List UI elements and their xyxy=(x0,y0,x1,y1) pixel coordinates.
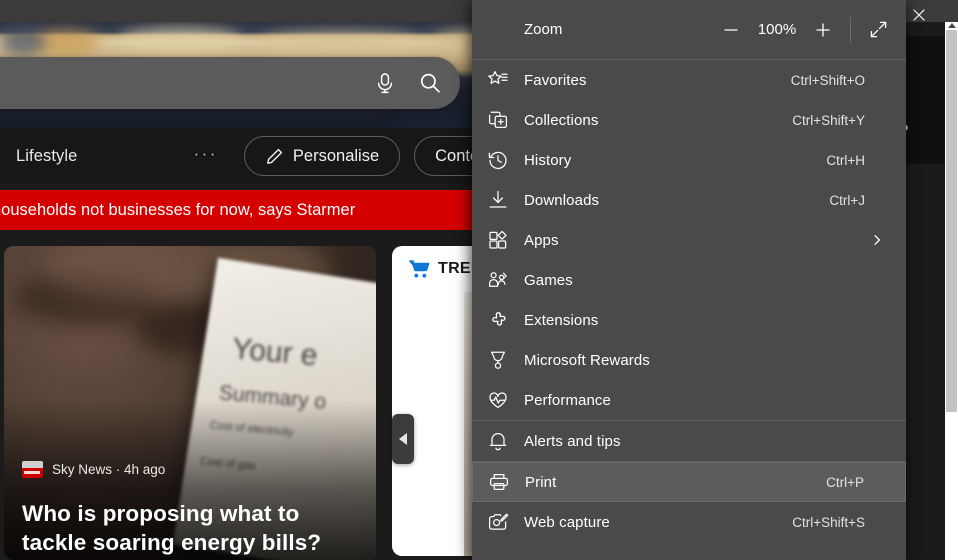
zoom-row: Zoom 100% xyxy=(472,0,906,59)
menu-item-label: Apps xyxy=(524,231,559,249)
rewards-medal-icon xyxy=(472,349,524,371)
menu-item-alerts-and-tips[interactable]: Alerts and tips xyxy=(472,421,906,461)
menu-item-favorites[interactable]: Favorites Ctrl+Shift+O xyxy=(472,60,906,100)
menu-item-games[interactable]: Games xyxy=(472,260,906,300)
plus-icon xyxy=(816,22,830,37)
menu-item-label: Performance xyxy=(524,391,611,409)
menu-item-label: Alerts and tips xyxy=(524,432,621,450)
menu-item-apps[interactable]: Apps xyxy=(472,220,906,260)
apps-icon xyxy=(472,229,524,251)
breaking-news-text: households not businesses for now, says … xyxy=(0,200,356,219)
breaking-news-banner[interactable]: households not businesses for now, says … xyxy=(0,190,472,230)
search-icon[interactable] xyxy=(418,71,442,95)
shopping-cart-icon xyxy=(408,259,430,279)
news-card[interactable]: Your e Summary o Cost of electricity Cos… xyxy=(4,246,376,560)
edge-settings-and-more-menu: Zoom 100% Favorites Ctrl+Shift+O Collect… xyxy=(472,0,906,560)
menu-item-label: Microsoft Rewards xyxy=(524,351,650,369)
zoom-controls: 100% xyxy=(711,0,898,59)
collections-icon xyxy=(472,109,524,131)
bell-icon xyxy=(472,430,524,452)
menu-item-performance[interactable]: Performance xyxy=(472,380,906,420)
menu-item-history[interactable]: History Ctrl+H xyxy=(472,140,906,180)
menu-item-collections[interactable]: Collections Ctrl+Shift+Y xyxy=(472,100,906,140)
menu-item-shortcut: Ctrl+J xyxy=(829,192,865,208)
chevron-left-icon xyxy=(399,433,407,445)
menu-item-downloads[interactable]: Downloads Ctrl+J xyxy=(472,180,906,220)
menu-item-label: History xyxy=(524,151,572,169)
fullscreen-button[interactable] xyxy=(858,10,898,50)
zoom-label: Zoom xyxy=(524,21,563,38)
pencil-icon xyxy=(265,147,284,166)
news-card-source: Sky News · 4h ago xyxy=(22,461,165,478)
history-icon xyxy=(472,149,524,171)
personalise-label: Personalise xyxy=(292,146,380,165)
menu-item-print[interactable]: Print Ctrl+P xyxy=(472,462,906,502)
menu-item-web-capture[interactable]: Web capture Ctrl+Shift+S xyxy=(472,502,906,542)
newtab-search-bar[interactable] xyxy=(0,57,460,109)
chevron-right-icon xyxy=(870,233,884,247)
menu-item-shortcut: Ctrl+Shift+S xyxy=(792,514,865,530)
feed-category-label[interactable]: Lifestyle xyxy=(16,147,77,166)
menu-item-label: Collections xyxy=(524,111,599,129)
fullscreen-arrows-icon xyxy=(870,21,886,38)
sky-news-logo-icon xyxy=(22,461,43,478)
zoom-percent-value: 100% xyxy=(757,21,797,38)
minus-icon xyxy=(724,28,738,31)
screen-root: Lifestyle ··· Personalise Content househ… xyxy=(0,0,958,560)
menu-item-microsoft-rewards[interactable]: Microsoft Rewards xyxy=(472,340,906,380)
menu-item-label: Extensions xyxy=(524,311,599,329)
personalise-button[interactable]: Personalise xyxy=(243,136,401,176)
web-capture-icon xyxy=(472,511,524,533)
menu-item-label: Downloads xyxy=(524,191,600,209)
performance-pulse-icon xyxy=(472,389,524,411)
news-card-headline[interactable]: Who is proposing what to tackle soaring … xyxy=(22,499,362,558)
zoom-in-button[interactable] xyxy=(803,10,843,50)
microphone-icon[interactable] xyxy=(374,71,396,95)
printer-icon xyxy=(473,471,525,493)
paper-text-1: Your e xyxy=(230,332,319,373)
menu-item-shortcut: Ctrl+Shift+Y xyxy=(792,112,865,128)
menu-item-label: Favorites xyxy=(524,71,587,89)
menu-item-label: Games xyxy=(524,271,573,289)
menu-item-shortcut: Ctrl+P xyxy=(826,474,864,490)
feed-more-options-icon[interactable]: ··· xyxy=(193,145,217,168)
menu-item-list: Favorites Ctrl+Shift+O Collections Ctrl+Shi… xyxy=(472,60,906,542)
zoom-out-button[interactable] xyxy=(711,10,751,50)
menu-item-label: Web capture xyxy=(524,513,610,531)
extensions-puzzle-icon xyxy=(472,309,524,331)
menu-item-extensions[interactable]: Extensions xyxy=(472,300,906,340)
menu-item-label: Print xyxy=(525,473,557,491)
news-card-source-label: Sky News · 4h ago xyxy=(52,462,166,477)
menu-item-shortcut: Ctrl+H xyxy=(826,152,865,168)
scroll-up-arrow-icon[interactable] xyxy=(948,23,956,28)
download-icon xyxy=(472,189,524,211)
feed-scroll-left-button[interactable] xyxy=(392,414,414,464)
games-icon xyxy=(472,269,524,291)
feed-toolbar: Lifestyle ··· Personalise Content xyxy=(0,128,522,184)
zoom-separator xyxy=(850,16,851,43)
page-scrollbar-thumb[interactable] xyxy=(946,30,957,412)
menu-item-shortcut: Ctrl+Shift+O xyxy=(790,72,865,88)
star-list-icon xyxy=(472,69,524,91)
close-icon xyxy=(913,9,925,21)
page-scrollbar[interactable] xyxy=(945,22,958,560)
